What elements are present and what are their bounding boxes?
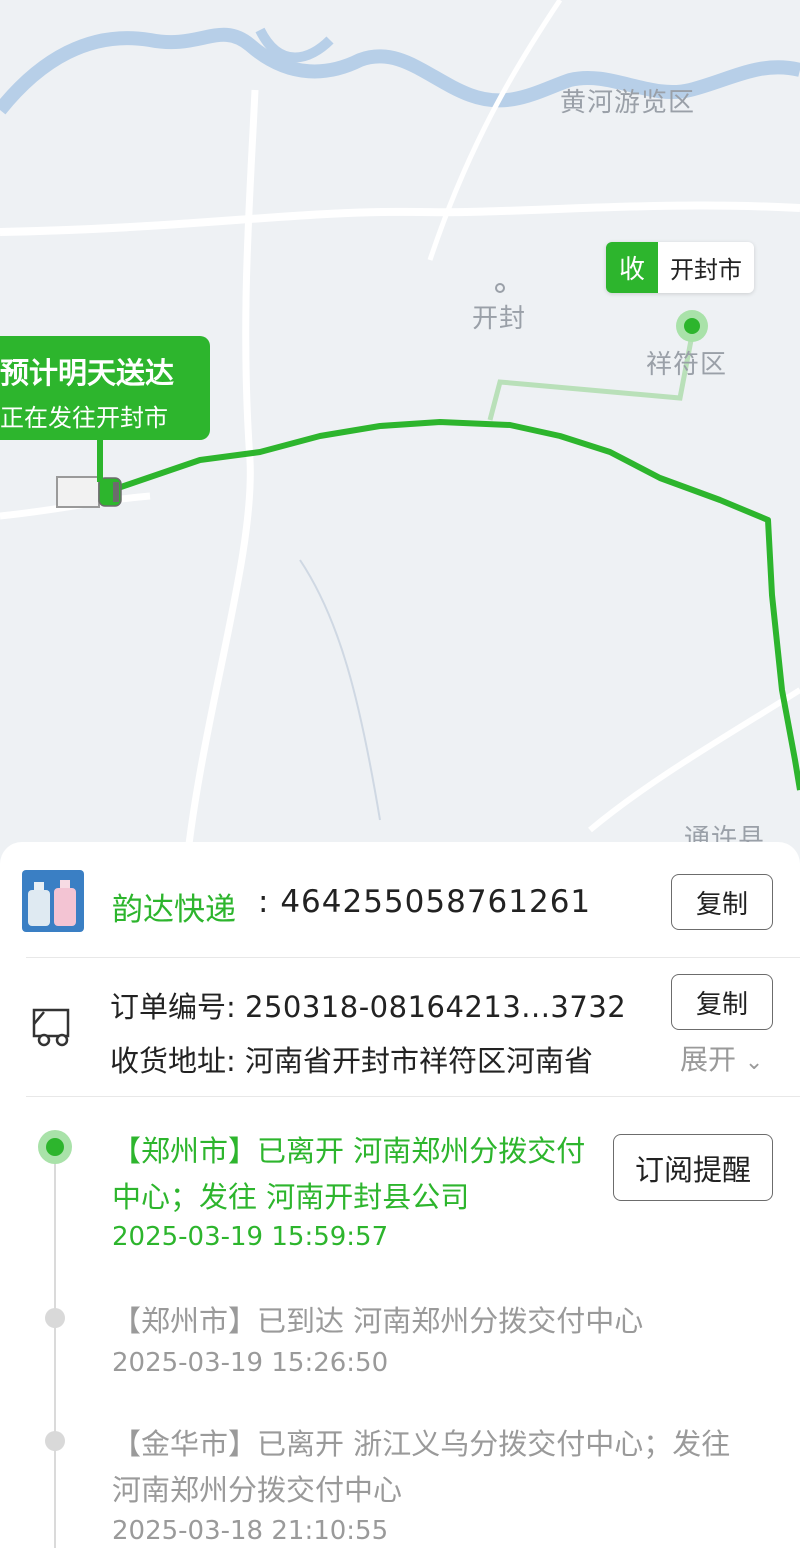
copy-order-button[interactable]: 复制: [671, 974, 773, 1030]
event-text-2: 【金华市】已离开 浙江义乌分拨交付中心；发往 河南郑州分拨交付中心: [112, 1427, 731, 1507]
event-text-0: 【郑州市】已离开 河南郑州分拨交付中心；发往 河南开封县公司: [112, 1134, 586, 1214]
truck-icon: [30, 1002, 82, 1052]
address-label: 收货地址:: [110, 1044, 236, 1078]
map-label-xiangfu: 祥符区: [646, 350, 728, 380]
tracking-number: : 464255058761261: [258, 884, 592, 920]
timeline-track: [54, 1148, 56, 1548]
expand-address-button[interactable]: 展开 ⌄: [680, 1038, 763, 1078]
map-label-huanghe: 黄河游览区: [560, 88, 696, 118]
courier-name: 韵达快递: [112, 892, 236, 928]
timeline-dot-active: [38, 1130, 72, 1164]
route-map[interactable]: 黄河游览区 开封 祥符区 通许县 预计明天送达 正在发往开封市 收 开封市: [0, 0, 800, 880]
destination-city: 开封市: [658, 242, 754, 293]
tracking-sheet: 韵达快递 : 464255058761261 复制 订单编号: 250318-0…: [0, 842, 800, 1548]
chevron-down-icon: ⌄: [744, 1050, 764, 1075]
product-thumbnail[interactable]: [22, 870, 84, 932]
order-number-value: 250318-08164213...3732: [245, 990, 627, 1024]
truck-marker-icon: [56, 476, 122, 508]
expand-label: 展开: [680, 1043, 737, 1076]
address-value: 河南省开封市祥符区河南省: [245, 1044, 594, 1078]
order-number-label: 订单编号:: [110, 990, 236, 1024]
divider: [26, 1096, 800, 1097]
address-line: 收货地址: 河南省开封市祥符区河南省: [110, 1038, 645, 1080]
event-time-0: 2025-03-19 15:59:57: [112, 1222, 389, 1252]
event-time-2: 2025-03-18 21:10:55: [112, 1516, 389, 1546]
event-time-1: 2025-03-19 15:26:50: [112, 1348, 389, 1378]
eta-bubble-stem: [97, 438, 103, 482]
order-number-line: 订单编号: 250318-08164213...3732: [110, 984, 626, 1026]
route-line: [117, 419, 800, 791]
destination-label: 收 开封市: [606, 242, 754, 293]
copy-tracking-button[interactable]: 复制: [671, 874, 773, 930]
eta-title: 预计明天送达: [0, 356, 175, 390]
destination-tag: 收: [606, 242, 658, 293]
event-text-1: 【郑州市】已到达 河南郑州分拨交付中心: [112, 1304, 644, 1338]
map-canvas: [0, 0, 800, 880]
timeline-dot: [45, 1308, 65, 1328]
subscribe-reminder-button[interactable]: 订阅提醒: [613, 1134, 773, 1201]
map-label-kaifeng: 开封: [472, 304, 527, 334]
divider: [26, 957, 800, 958]
timeline-dot: [45, 1431, 65, 1451]
eta-subtitle: 正在发往开封市: [0, 404, 168, 432]
tracking-row: 韵达快递 : 464255058761261 复制: [22, 870, 778, 934]
eta-bubble: 预计明天送达 正在发往开封市: [0, 336, 210, 440]
